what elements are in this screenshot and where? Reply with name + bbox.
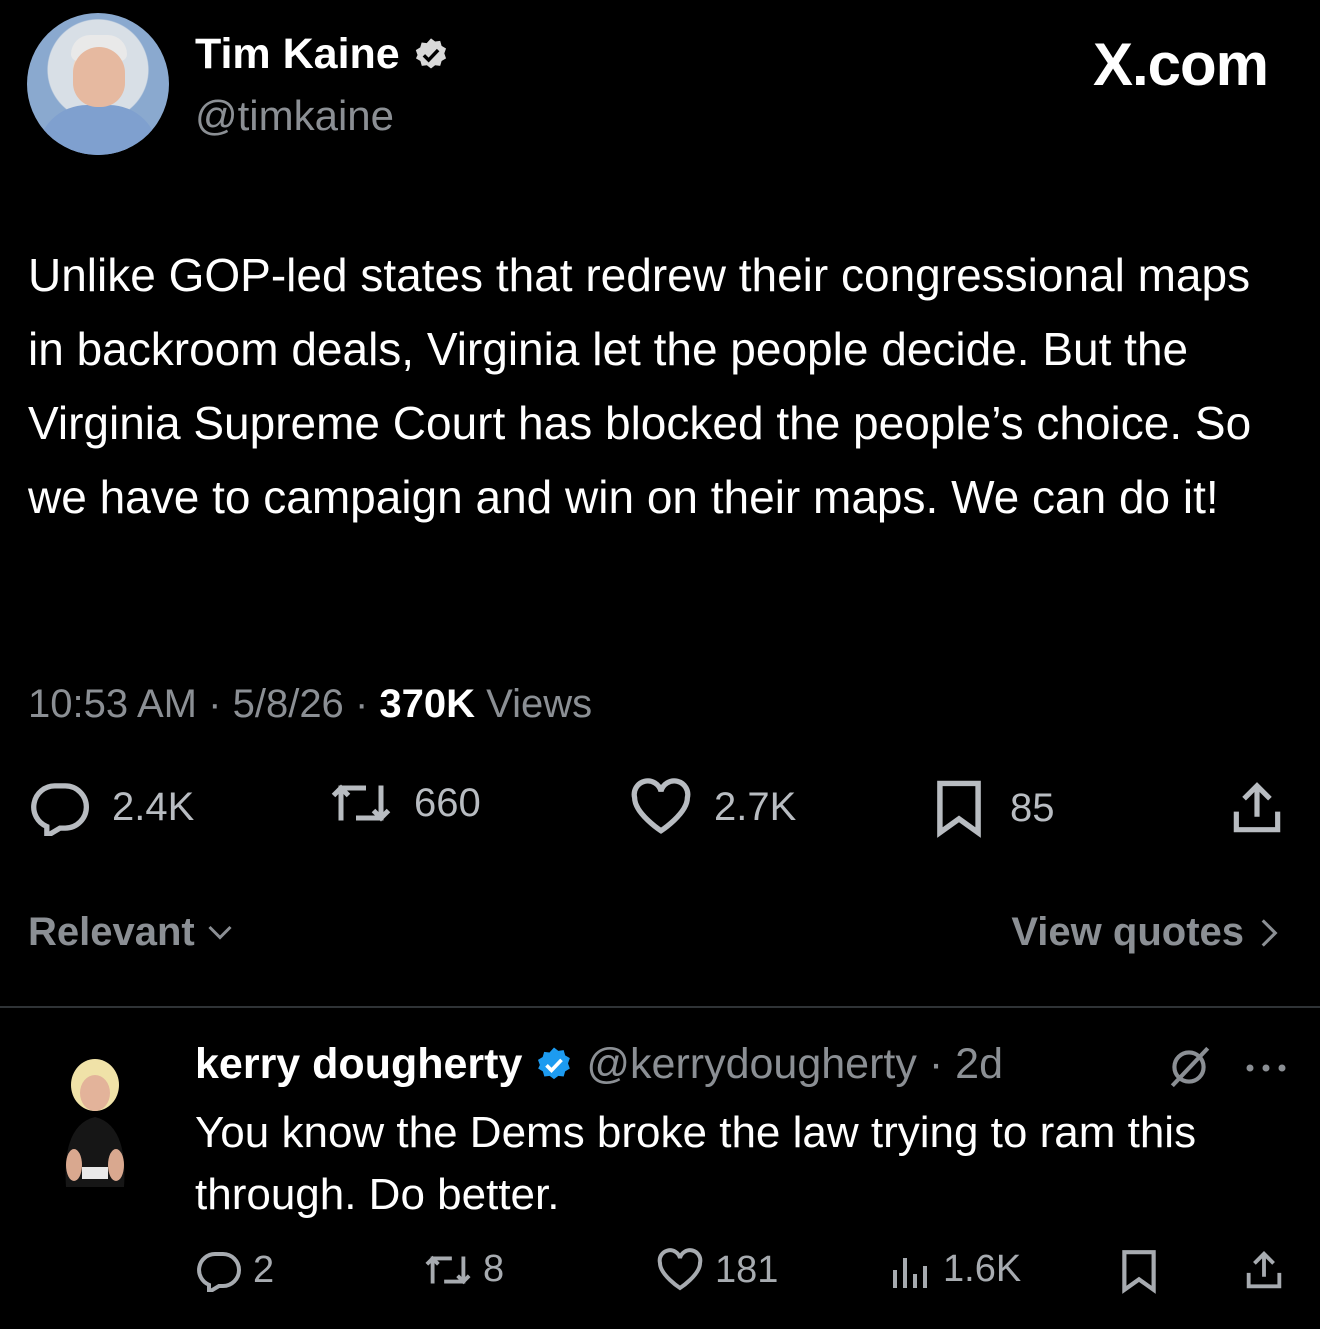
reply-repost-count: 8	[483, 1248, 505, 1290]
repost-count: 660	[414, 780, 481, 825]
share-button[interactable]	[1226, 778, 1288, 840]
more-options-icon[interactable]	[1244, 1058, 1288, 1078]
reply-views-button[interactable]: 1.6K	[889, 1248, 1021, 1291]
reply-author-name[interactable]: kerry dougherty	[195, 1040, 522, 1089]
sort-label: Relevant	[28, 910, 195, 954]
reply-separator: ·	[928, 1040, 944, 1088]
tweet-text: Unlike GOP-led states that redrew their …	[28, 249, 1252, 523]
like-button[interactable]: 2.7K	[628, 778, 796, 836]
brand-watermark: X.com	[1092, 31, 1269, 98]
reply-actions: 2 8 181 1.6K	[195, 1248, 1295, 1304]
meta-separator: ·	[208, 682, 222, 726]
verified-badge-icon	[415, 37, 446, 68]
reply-icon	[197, 1252, 241, 1292]
like-count: 2.7K	[714, 784, 797, 829]
bookmark-icon	[1122, 1250, 1156, 1294]
repost-button[interactable]: 660	[328, 778, 481, 828]
meta-separator: ·	[354, 682, 369, 726]
author-name[interactable]: Tim Kaine	[195, 30, 450, 79]
reply-button[interactable]: 2.4K	[28, 778, 194, 836]
reply-reply-count: 2	[253, 1248, 275, 1291]
tweet-meta: 10:53 AM · 5/8/26 · 370K Views	[28, 682, 592, 727]
tweet-actions: 2.4K 660 2.7K 85	[28, 778, 1290, 842]
chevron-right-icon	[1261, 918, 1278, 947]
sort-dropdown[interactable]: Relevant	[28, 910, 235, 955]
reply-icon	[31, 783, 89, 836]
view-quotes-label: View quotes	[1011, 910, 1244, 954]
reply-author-handle[interactable]: @kerrydougherty	[586, 1040, 916, 1089]
view-quotes-link[interactable]: View quotes	[1011, 910, 1280, 955]
views-count: 370K	[379, 682, 476, 726]
reply-like-button[interactable]: 181	[655, 1248, 778, 1292]
reply-age[interactable]: 2d	[955, 1040, 1003, 1089]
repost-icon	[425, 1255, 471, 1284]
repost-icon	[331, 784, 391, 822]
reply-share-button[interactable]	[1241, 1248, 1287, 1294]
heart-icon	[631, 778, 691, 834]
reply-reply-button[interactable]: 2	[195, 1248, 274, 1292]
author-avatar[interactable]	[27, 13, 169, 155]
reply-author-avatar[interactable]	[52, 1055, 138, 1187]
share-icon	[1233, 782, 1281, 833]
author-handle[interactable]: @timkaine	[195, 92, 394, 140]
tweet-date[interactable]: 5/8/26	[233, 682, 344, 726]
reply-bookmark-button[interactable]	[1117, 1248, 1161, 1294]
chevron-down-icon	[208, 925, 232, 940]
share-icon	[1246, 1251, 1282, 1289]
author-name-text: Tim Kaine	[195, 30, 400, 78]
bookmark-count: 85	[1010, 785, 1055, 830]
tweet-time[interactable]: 10:53 AM	[28, 682, 197, 726]
reply-like-count: 181	[715, 1248, 779, 1291]
grok-icon[interactable]	[1164, 1042, 1214, 1092]
reply-header: kerry dougherty @kerrydougherty · 2d	[195, 1040, 1003, 1089]
bookmark-icon	[937, 780, 981, 838]
bookmark-button[interactable]: 85	[928, 778, 1055, 838]
divider	[0, 1006, 1320, 1008]
analytics-icon	[893, 1257, 927, 1288]
reply-text: You know the Dems broke the law trying t…	[195, 1108, 1197, 1219]
reply-repost-button[interactable]: 8	[423, 1248, 504, 1291]
reply-views-count: 1.6K	[943, 1248, 1022, 1290]
views-label: Views	[486, 682, 593, 726]
reply-count: 2.4K	[112, 784, 195, 829]
heart-icon	[657, 1248, 703, 1291]
verified-badge-icon	[538, 1047, 571, 1079]
